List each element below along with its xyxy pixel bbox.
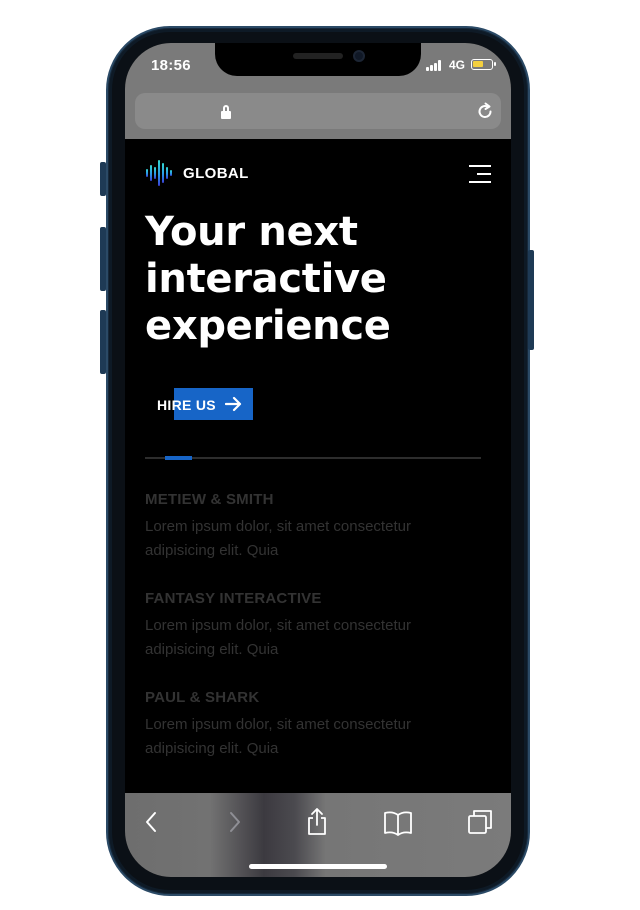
hire-us-button[interactable]: HIRE US (145, 388, 253, 420)
front-camera (353, 50, 365, 62)
hero-line: interactive (145, 256, 387, 302)
list-item: FANTASY INTERACTIVE Lorem ipsum dolor, s… (145, 590, 485, 689)
volume-down-button (100, 310, 106, 374)
bookmarks-icon[interactable] (383, 807, 413, 837)
status-time: 18:56 (151, 57, 191, 74)
logo-text: GLOBAL (183, 164, 249, 182)
client-list: METIEW & SMITH Lorem ipsum dolor, sit am… (145, 491, 485, 788)
phone-screen: 18:56 4G GLOBAL Your next interactive ex… (125, 43, 511, 877)
arrow-right-icon (225, 396, 242, 412)
status-bar: 18:56 4G (125, 43, 511, 91)
hero-line: Your next (145, 209, 358, 255)
list-item: METIEW & SMITH Lorem ipsum dolor, sit am… (145, 491, 485, 590)
lock-icon (221, 105, 231, 119)
home-indicator[interactable] (249, 864, 387, 869)
soundwave-logo-icon (146, 160, 172, 186)
earpiece-speaker (293, 53, 343, 59)
hire-us-label: HIRE US (157, 397, 216, 413)
client-name: PAUL & SHARK (145, 689, 260, 706)
client-description: Lorem ipsum dolor, sit amet consectetur … (145, 518, 411, 559)
browser-toolbar (125, 793, 511, 877)
tabs-icon[interactable] (465, 807, 495, 837)
back-icon[interactable] (137, 807, 167, 837)
slider-track (145, 457, 481, 459)
battery-icon (471, 59, 496, 70)
mute-switch (100, 162, 106, 196)
power-button (528, 250, 534, 350)
client-name: METIEW & SMITH (145, 491, 274, 508)
network-type: 4G (449, 58, 466, 72)
client-name: FANTASY INTERACTIVE (145, 590, 322, 607)
slider-active-indicator[interactable] (165, 456, 192, 460)
cellular-signal-icon (426, 60, 444, 71)
forward-icon[interactable] (219, 807, 249, 837)
hero-line: experience (145, 303, 391, 349)
web-page: GLOBAL Your next interactive experience … (125, 139, 511, 793)
notch (215, 43, 421, 76)
client-description: Lorem ipsum dolor, sit amet consectetur … (145, 617, 411, 658)
battery-level (473, 61, 483, 67)
client-description: Lorem ipsum dolor, sit amet consectetur … (145, 716, 411, 757)
share-icon[interactable] (302, 807, 332, 837)
volume-up-button (100, 227, 106, 291)
browser-chrome (125, 91, 511, 139)
hamburger-menu-icon[interactable] (469, 165, 491, 183)
reload-icon[interactable] (475, 101, 495, 121)
address-bar[interactable] (135, 93, 501, 129)
hero-heading: Your next interactive experience (145, 209, 485, 350)
site-logo[interactable]: GLOBAL (145, 159, 249, 187)
list-item: PAUL & SHARK Lorem ipsum dolor, sit amet… (145, 689, 485, 788)
